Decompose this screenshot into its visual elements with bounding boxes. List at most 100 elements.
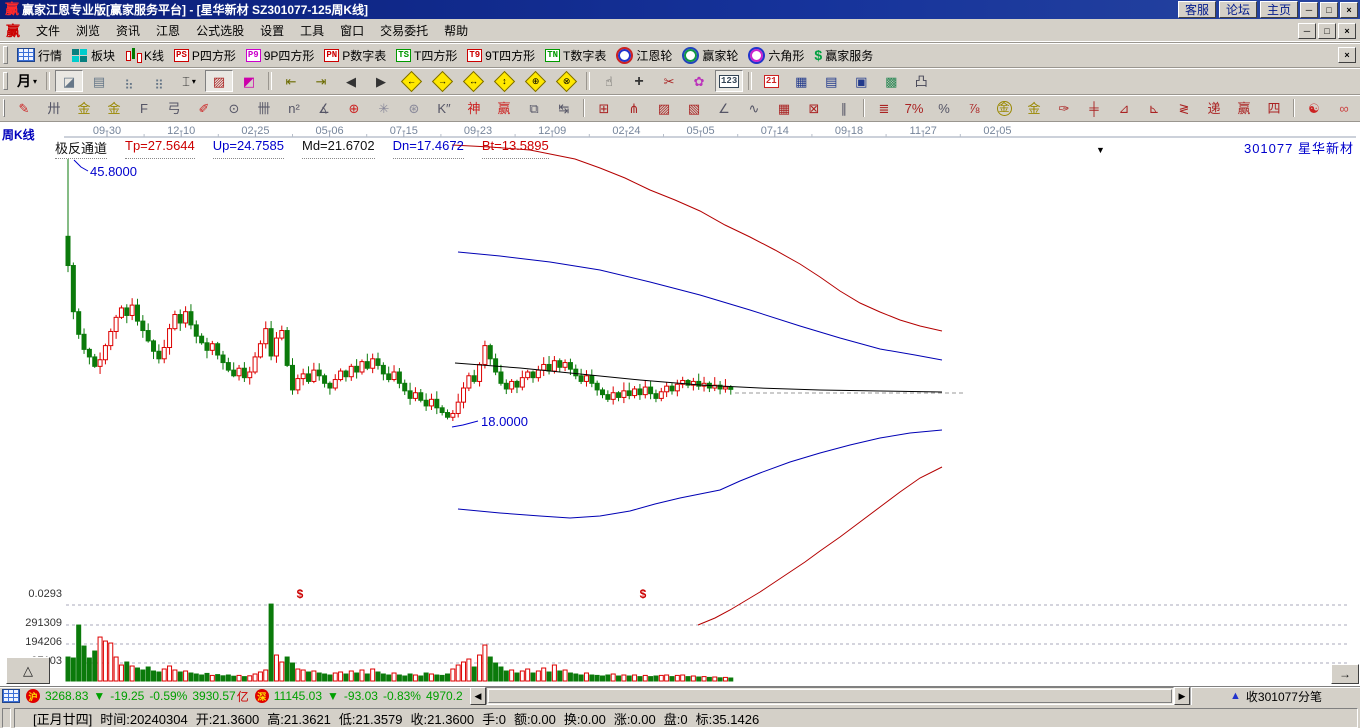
9t-square-button[interactable]: T9 9T四方形	[463, 44, 539, 66]
sh-market-icon[interactable]: 沪	[26, 689, 40, 703]
flower-tool-button[interactable]: ✿	[685, 70, 713, 92]
span-arrow-button[interactable]: ↹	[550, 97, 578, 119]
angle-l-button[interactable]: ⊿	[1110, 97, 1138, 119]
time-cycle-button[interactable]: ⊙	[220, 97, 248, 119]
mdi-close-button[interactable]: ×	[1338, 22, 1356, 39]
scrollbar-left-button[interactable]: ◀	[470, 687, 486, 705]
hexagon-button[interactable]: 六角形	[744, 44, 808, 66]
winner-wheel-button[interactable]: 赢家轮	[678, 44, 742, 66]
f-line-button[interactable]: F	[130, 97, 158, 119]
winner-service-button[interactable]: $ 赢家服务	[810, 44, 877, 66]
t-number-button[interactable]: TN T数字表	[541, 44, 610, 66]
spiral-button[interactable]: 弓	[160, 97, 188, 119]
menu-item-0[interactable]: 文件	[28, 20, 68, 41]
gold-step-button[interactable]: ≷	[1170, 97, 1198, 119]
gann-grid-button[interactable]: 卅	[40, 97, 68, 119]
toolbar-close-button[interactable]: ×	[1338, 47, 1356, 63]
four-box-button[interactable]: 四	[1260, 97, 1288, 119]
parallel-line-button[interactable]: ∥	[830, 97, 858, 119]
draw-pen-button[interactable]: ✎	[10, 97, 38, 119]
angle-f-button[interactable]: ⊾	[1140, 97, 1168, 119]
print-button[interactable]: 凸	[907, 70, 935, 92]
quote-grid-icon[interactable]	[2, 689, 20, 703]
target-button[interactable]: ⊕	[340, 97, 368, 119]
percent7-button[interactable]: 7%	[900, 97, 928, 119]
9p-square-button[interactable]: P9 9P四方形	[242, 44, 319, 66]
volume-pane-toggle-button[interactable]: △	[6, 657, 50, 684]
t-square-button[interactable]: TS T四方形	[392, 44, 461, 66]
info-document-button[interactable]: ▤	[85, 70, 113, 92]
color-chart-button[interactable]: ◩	[235, 70, 263, 92]
mdi-restore-button[interactable]: □	[1318, 22, 1336, 39]
angle-ruler-button[interactable]: ∡	[310, 97, 338, 119]
fraction-button[interactable]: ⅞	[960, 97, 988, 119]
infinity-button[interactable]: ∞	[1330, 97, 1358, 119]
gold-circle-button[interactable]: 金	[990, 97, 1018, 119]
yinyang-button[interactable]: ☯	[1300, 97, 1328, 119]
mini-chart9-button[interactable]: ⣶	[145, 70, 173, 92]
web-button[interactable]: ⊛	[400, 97, 428, 119]
zoom-in-button[interactable]: ⊕	[521, 70, 550, 92]
zoom-out-button[interactable]: ⊗	[552, 70, 581, 92]
menu-item-4[interactable]: 公式选股	[188, 20, 252, 41]
fan-box-button[interactable]: ▨	[650, 97, 678, 119]
snapshot-button[interactable]: ▩	[877, 70, 905, 92]
gold-line2-button[interactable]: 金	[1020, 97, 1048, 119]
hash-line-button[interactable]: 卌	[250, 97, 278, 119]
gold-ratio-button[interactable]: 金	[70, 97, 98, 119]
measure-button[interactable]: ≣	[870, 97, 898, 119]
menu-item-6[interactable]: 工具	[292, 20, 332, 41]
period-month-button[interactable]: 月 ▾	[13, 70, 41, 92]
sz-market-icon[interactable]: 深	[254, 689, 269, 703]
expand-v-button[interactable]: ↕	[490, 70, 519, 92]
angle-line-button[interactable]: ∠	[710, 97, 738, 119]
menu-item-7[interactable]: 窗口	[332, 20, 372, 41]
prev-page-button[interactable]: ◀	[337, 70, 365, 92]
fan-box2-button[interactable]: ▧	[680, 97, 708, 119]
numbers-tool-button[interactable]: 123	[715, 70, 744, 92]
quote-button[interactable]: 行情	[13, 44, 66, 66]
next-page-button[interactable]: ▶	[367, 70, 395, 92]
title-button-zhuye[interactable]: 主页	[1259, 1, 1298, 18]
menu-item-5[interactable]: 设置	[252, 20, 292, 41]
title-button-kefu[interactable]: 客服	[1177, 1, 1216, 18]
dart-line-button[interactable]: ✐	[190, 97, 218, 119]
chevron-down-icon[interactable]: ▼	[1096, 146, 1105, 155]
cut-tool-button[interactable]: ✂	[655, 70, 683, 92]
scrollbar-thumb[interactable]	[488, 689, 1172, 703]
ray-star-button[interactable]: ✳	[370, 97, 398, 119]
shen-button[interactable]: 神	[460, 97, 488, 119]
menu-item-8[interactable]: 交易委托	[372, 20, 436, 41]
flat-channel-button[interactable]: ╪	[1080, 97, 1108, 119]
menu-item-2[interactable]: 资讯	[108, 20, 148, 41]
crosshair-tool-button[interactable]: +	[625, 70, 653, 92]
dense-grid-button[interactable]: ▦	[770, 97, 798, 119]
p-square-button[interactable]: PS P四方形	[170, 44, 240, 66]
calendar-button[interactable]: 21	[757, 70, 785, 92]
pan-right-button[interactable]: →	[1331, 664, 1359, 684]
cross-grid-button[interactable]: ⊠	[800, 97, 828, 119]
chart-pattern-button[interactable]: ◪	[55, 70, 84, 92]
wave-button[interactable]: ∿	[740, 97, 768, 119]
k-mark-button[interactable]: K″	[430, 97, 458, 119]
gold-section-button[interactable]: 金	[100, 97, 128, 119]
step-line-button[interactable]: 递	[1200, 97, 1228, 119]
goto-first-button[interactable]: ⇤	[277, 70, 305, 92]
hand-tool-button[interactable]: ☝	[595, 70, 623, 92]
save-button[interactable]: ▣	[847, 70, 875, 92]
price-grid-button[interactable]: ⊞	[590, 97, 618, 119]
gann-wheel-button[interactable]: 江恩轮	[612, 44, 676, 66]
sector-button[interactable]: 板块	[68, 44, 119, 66]
minimize-button[interactable]: ─	[1300, 1, 1318, 18]
tick-view-button[interactable]: ▲ 收301077分笔	[1190, 687, 1360, 705]
scrollbar-right-button[interactable]: ▶	[1174, 687, 1190, 705]
pan-left-button[interactable]: ←	[397, 70, 426, 92]
kline-button[interactable]: K线	[121, 44, 168, 66]
mini-chart3-button[interactable]: ⣦	[115, 70, 143, 92]
restore-button[interactable]: □	[1320, 1, 1338, 18]
menu-item-1[interactable]: 浏览	[68, 20, 108, 41]
expand-h-button[interactable]: ↔	[459, 70, 488, 92]
mdi-minimize-button[interactable]: ─	[1298, 22, 1316, 39]
menu-item-3[interactable]: 江恩	[148, 20, 188, 41]
p-number-button[interactable]: PN P数字表	[320, 44, 390, 66]
